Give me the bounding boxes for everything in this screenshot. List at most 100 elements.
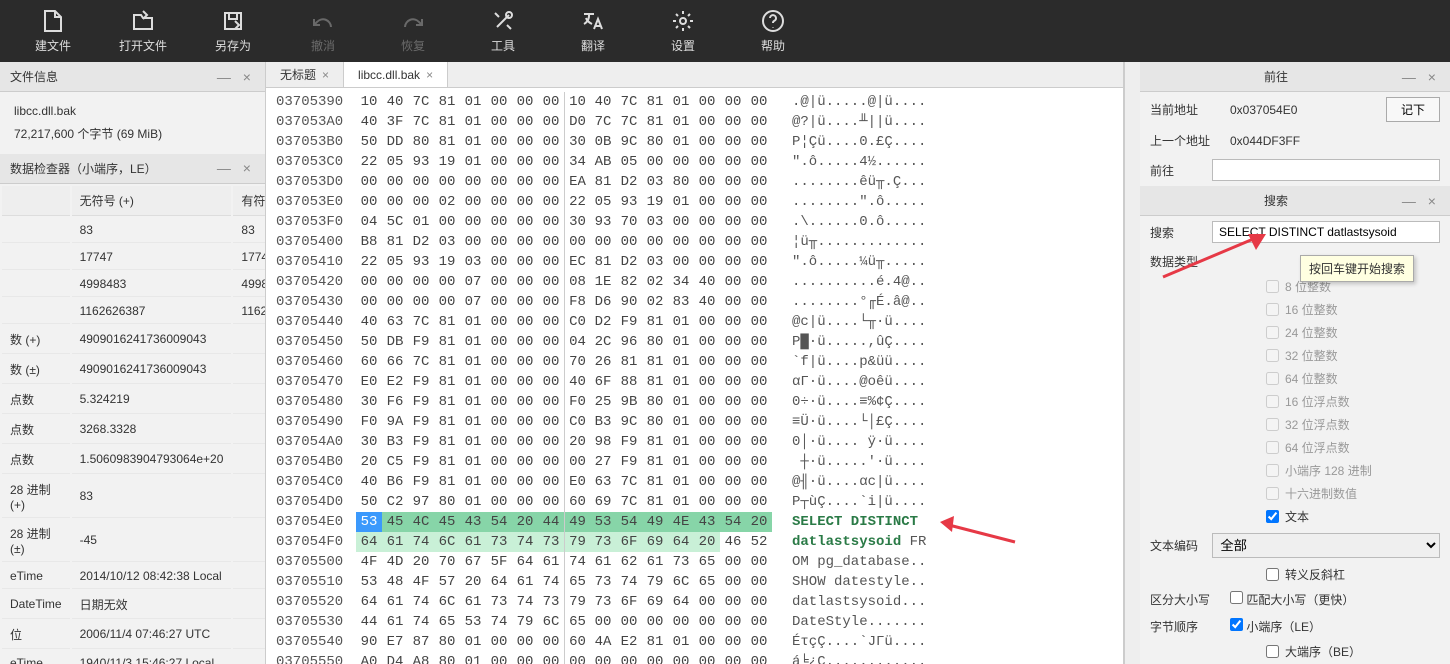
hex-row[interactable]: 03705490F09AF98101000000C0B39C8001000000… bbox=[266, 412, 1123, 432]
open-icon bbox=[131, 9, 155, 33]
left-panel: 文件信息 — × libcc.dll.bak 72,217,600 个字节 (6… bbox=[0, 62, 266, 664]
hex-row[interactable]: 037055206461746C6173747379736F6964000000… bbox=[266, 592, 1123, 612]
inspector-row: 28 进制 (+)83 bbox=[2, 476, 266, 518]
dtype-label: 64 位整数 bbox=[1285, 370, 1338, 387]
encoding-select[interactable]: 全部 bbox=[1212, 533, 1440, 558]
hex-row[interactable]: 037053B050DD808101000000300B9C8001000000… bbox=[266, 132, 1123, 152]
be-checkbox[interactable] bbox=[1266, 645, 1279, 658]
escape-checkbox[interactable] bbox=[1266, 568, 1279, 581]
case-checkbox[interactable] bbox=[1230, 591, 1243, 604]
new-button[interactable]: 建文件 bbox=[8, 1, 98, 61]
translate-button[interactable]: 翻译 bbox=[548, 1, 638, 61]
remember-button[interactable]: 记下 bbox=[1386, 97, 1440, 122]
hex-row[interactable]: 03705400B881D203000000000000000000000000… bbox=[266, 232, 1123, 252]
inspector-row: 位2006/11/4 07:46:27 UTC bbox=[2, 621, 266, 649]
hex-row[interactable]: 0370544040637C8101000000C0D2F98101000000… bbox=[266, 312, 1123, 332]
hex-row[interactable]: 037053C0220593190100000034AB050000000000… bbox=[266, 152, 1123, 172]
settings-icon bbox=[671, 9, 695, 33]
panel-controls[interactable]: — × bbox=[1402, 69, 1440, 85]
dtype-checkbox[interactable] bbox=[1266, 372, 1279, 385]
dtype-checkbox[interactable] bbox=[1266, 280, 1279, 293]
hex-row[interactable]: 037055004F4D2070675F64617461626173650000… bbox=[266, 552, 1123, 572]
file-size: 72,217,600 个字节 (69 MiB) bbox=[14, 123, 251, 146]
dtype-checkbox[interactable] bbox=[1266, 326, 1279, 339]
hex-row[interactable]: 037054A030B3F981010000002098F98101000000… bbox=[266, 432, 1123, 452]
le-checkbox[interactable] bbox=[1230, 618, 1243, 631]
hex-row[interactable]: 037054F06461746C6173747379736F6964204652… bbox=[266, 532, 1123, 552]
help-icon bbox=[761, 9, 785, 33]
settings-button[interactable]: 设置 bbox=[638, 1, 728, 61]
hex-row[interactable]: 0370554090E7878001000000604AE28101000000… bbox=[266, 632, 1123, 652]
hex-row[interactable]: 03705550A0D4A880010000000000000000000000… bbox=[266, 652, 1123, 664]
hex-row[interactable]: 037054102205931903000000EC81D20300000000… bbox=[266, 252, 1123, 272]
dtype-label: 64 位浮点数 bbox=[1285, 439, 1350, 456]
current-addr-label: 当前地址 bbox=[1150, 101, 1230, 118]
main-toolbar: 建文件打开文件另存为撤消恢复工具翻译设置帮助 bbox=[0, 0, 1450, 62]
hex-row[interactable]: 03705470E0E2F98101000000406F888101000000… bbox=[266, 372, 1123, 392]
inspector-row: DateTime日期无效 bbox=[2, 591, 266, 619]
dtype-checkbox[interactable] bbox=[1266, 487, 1279, 500]
tab-无标题[interactable]: 无标题× bbox=[266, 62, 344, 87]
dtype-checkbox[interactable] bbox=[1266, 510, 1279, 523]
hex-row[interactable]: 0370546060667C81010000007026818101000000… bbox=[266, 352, 1123, 372]
panel-controls[interactable]: — × bbox=[217, 69, 255, 85]
hex-row[interactable]: 037054B020C5F981010000000027F98101000000… bbox=[266, 452, 1123, 472]
hex-row[interactable]: 037053D00000000000000000EA81D20380000000… bbox=[266, 172, 1123, 192]
new-icon bbox=[41, 9, 65, 33]
inspector-row: 11626263871162626387 bbox=[2, 299, 266, 324]
search-input[interactable] bbox=[1212, 221, 1440, 243]
dtype-checkbox[interactable] bbox=[1266, 349, 1279, 362]
hex-row[interactable]: 037054300000000007000000F8D6900283400000… bbox=[266, 292, 1123, 312]
hex-row[interactable]: 037053A0403F7C8101000000D07C7C8101000000… bbox=[266, 112, 1123, 132]
translate-icon bbox=[581, 9, 605, 33]
help-button[interactable]: 帮助 bbox=[728, 1, 818, 61]
prev-addr-label: 上一个地址 bbox=[1150, 132, 1230, 149]
dtype-label: 16 位浮点数 bbox=[1285, 393, 1350, 410]
right-panel: 前往 — × 当前地址 0x037054E0 记下 上一个地址 0x044DF3… bbox=[1140, 62, 1450, 664]
hex-row[interactable]: 0370548030F6F98101000000F0259B8001000000… bbox=[266, 392, 1123, 412]
prev-addr: 0x044DF3FF bbox=[1230, 134, 1440, 148]
panel-controls[interactable]: — × bbox=[217, 160, 255, 176]
redo-button[interactable]: 恢复 bbox=[368, 1, 458, 61]
search-label: 搜索 bbox=[1150, 224, 1212, 241]
hex-row[interactable]: 037053E000000002000000002205931901000000… bbox=[266, 192, 1123, 212]
dtype-label: 文本 bbox=[1285, 508, 1309, 525]
inspector-header: 数据检查器（小端序，LE） — × bbox=[0, 154, 265, 184]
file-info-body: libcc.dll.bak 72,217,600 个字节 (69 MiB) bbox=[0, 92, 265, 154]
hex-row[interactable]: 0370551053484F5720646174657374796C650000… bbox=[266, 572, 1123, 592]
dtype-checkbox[interactable] bbox=[1266, 464, 1279, 477]
dtype-checkbox[interactable] bbox=[1266, 303, 1279, 316]
inspector-row: 点数3268.3328 bbox=[2, 416, 266, 444]
open-button[interactable]: 打开文件 bbox=[98, 1, 188, 61]
tools-button[interactable]: 工具 bbox=[458, 1, 548, 61]
hex-row[interactable]: 03705530446174655374796C6500000000000000… bbox=[266, 612, 1123, 632]
hex-row[interactable]: 0370539010407C810100000010407C8101000000… bbox=[266, 92, 1123, 112]
inspector-row: 数 (±)4909016241736009043 bbox=[2, 356, 266, 384]
hex-row[interactable]: 037054E053454C4543542044495354494E435420… bbox=[266, 512, 1123, 532]
hex-row[interactable]: 037053F0045C0100000000003093700300000000… bbox=[266, 212, 1123, 232]
hex-row[interactable]: 037054200000000007000000081E820234400000… bbox=[266, 272, 1123, 292]
data-inspector-table: 无符号 (+) 有符号 (±) 838317747177474998483499… bbox=[0, 184, 266, 664]
close-icon[interactable]: × bbox=[322, 68, 329, 82]
goto-label: 前往 bbox=[1150, 162, 1212, 179]
encoding-label: 文本编码 bbox=[1150, 537, 1212, 554]
undo-button[interactable]: 撤消 bbox=[278, 1, 368, 61]
hex-row[interactable]: 037054D050C297800100000060697C8101000000… bbox=[266, 492, 1123, 512]
inspector-row: 8383 bbox=[2, 218, 266, 243]
hex-row[interactable]: 0370545050DBF98101000000042C968001000000… bbox=[266, 332, 1123, 352]
dtype-checkbox[interactable] bbox=[1266, 395, 1279, 408]
close-icon[interactable]: × bbox=[426, 68, 433, 82]
hex-scrollbar[interactable] bbox=[1124, 62, 1140, 664]
search-header: 搜索 — × bbox=[1140, 186, 1450, 216]
dtype-label: 32 位整数 bbox=[1285, 347, 1338, 364]
file-name: libcc.dll.bak bbox=[14, 100, 251, 123]
col-signed: 有符号 (±) bbox=[233, 186, 266, 216]
dtype-checkbox[interactable] bbox=[1266, 418, 1279, 431]
hex-view[interactable]: 0370539010407C810100000010407C8101000000… bbox=[266, 88, 1123, 664]
dtype-checkbox[interactable] bbox=[1266, 441, 1279, 454]
tab-libcc.dll.bak[interactable]: libcc.dll.bak× bbox=[344, 62, 448, 87]
goto-input[interactable] bbox=[1212, 159, 1440, 181]
hex-row[interactable]: 037054C040B6F98101000000E0637C8101000000… bbox=[266, 472, 1123, 492]
panel-controls[interactable]: — × bbox=[1402, 193, 1440, 209]
saveas-button[interactable]: 另存为 bbox=[188, 1, 278, 61]
